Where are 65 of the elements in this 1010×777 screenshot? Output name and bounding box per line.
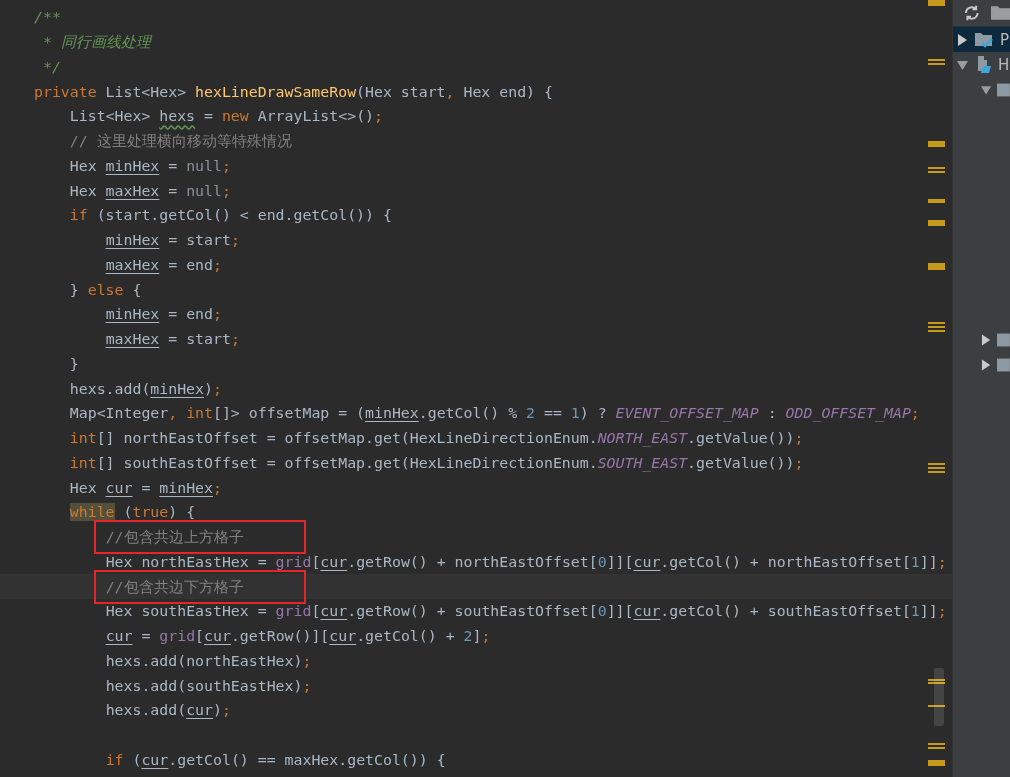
warning-mark[interactable]: [928, 63, 945, 65]
code-line: int[] northEastOffset = offsetMap.get(HexLineDirectionEnum.NORTH_EAST.getValue());: [69, 428, 804, 449]
code-line: hexs.add(minHex);: [69, 378, 222, 399]
folder-icon: [997, 81, 1010, 98]
warning-mark[interactable]: [928, 322, 945, 324]
code-line: //包含共边下方格子: [105, 577, 244, 596]
code-line: hexs.add(northEastHex);: [105, 650, 312, 671]
code-line: // 这里处理横向移动等特殊情况: [69, 131, 292, 152]
warning-mark[interactable]: [928, 760, 945, 766]
code-line: private List<Hex> hexLineDrawSameRow(Hex start, Hex end) {: [34, 81, 553, 102]
code-line: int[] southEastOffset = offsetMap.get(HexLineDirectionEnum.SOUTH_EAST.getValue());: [69, 452, 804, 473]
code-line: /**: [34, 7, 61, 28]
code-line: Hex cur = minHex;: [69, 477, 222, 498]
code-line: minHex = start;: [105, 230, 240, 251]
code-line: Hex minHex = null;: [69, 155, 231, 176]
code-line: while (true) {: [69, 502, 196, 523]
code-line: Hex northEastHex = grid[cur.getRow() + northEastOffset[0]][cur.getCol() + northEastOffset[1]];: [105, 551, 947, 572]
tree-row[interactable]: H: [953, 52, 1010, 77]
warning-mark[interactable]: [928, 220, 945, 226]
warning-mark[interactable]: [928, 0, 945, 6]
code-line: maxHex = start;: [105, 329, 240, 350]
warning-mark[interactable]: [928, 59, 945, 61]
collapsed-arrow-icon[interactable]: [981, 333, 992, 346]
warning-mark[interactable]: [928, 705, 945, 707]
code-line: hexs.add(cur);: [105, 700, 231, 721]
code-line: List<Hex> hexs = new ArrayList<>();: [69, 106, 383, 127]
code-line: Map<Integer, int[]> offsetMap = (minHex.getCol() % 2 == 1) ? EVENT_OFFSET_MAP : ODD_OFFSET_MAP;: [69, 403, 920, 424]
warning-mark[interactable]: [928, 743, 945, 745]
warning-mark[interactable]: [928, 747, 945, 749]
warning-mark[interactable]: [928, 263, 945, 270]
collapsed-arrow-icon[interactable]: [981, 358, 992, 371]
warning-mark[interactable]: [928, 199, 945, 203]
code-line: minHex = end;: [105, 304, 222, 325]
folder-icon: [997, 356, 1010, 373]
code-line: * 同行画线处理: [42, 32, 151, 53]
code-line: Hex southEastHex = grid[cur.getRow() + southEastOffset[0]][cur.getCol() + southEastOffset[1]];: [105, 601, 947, 622]
expanded-arrow-icon[interactable]: [981, 83, 992, 96]
code-line: }: [69, 353, 79, 374]
code-line: Hex maxHex = null;: [69, 180, 231, 201]
warning-mark[interactable]: [928, 326, 945, 328]
scrollbar-thumb[interactable]: [934, 668, 944, 726]
warning-mark[interactable]: [928, 679, 945, 681]
warning-mark[interactable]: [928, 682, 945, 684]
warning-mark[interactable]: [928, 471, 945, 473]
code-line: if (start.getCol() < end.getCol()) {: [69, 205, 392, 226]
warning-mark[interactable]: [928, 463, 945, 465]
folder-icon[interactable]: [990, 4, 1010, 22]
code-line: maxHex = end;: [105, 254, 222, 275]
warning-mark[interactable]: [928, 167, 945, 169]
refresh-icon[interactable]: [963, 4, 981, 22]
code-line: } else {: [69, 279, 142, 300]
code-line: hexs.add(southEastHex);: [105, 675, 312, 696]
code-line: */: [42, 56, 61, 77]
collapsed-arrow-icon[interactable]: [957, 33, 968, 46]
folder-check-icon: [974, 30, 994, 49]
code-line: if (cur.getCol() == maxHex.getCol()) {: [105, 749, 446, 770]
expanded-arrow-icon[interactable]: [957, 58, 968, 71]
warning-mark[interactable]: [928, 141, 945, 147]
code-line: cur = grid[cur.getRow()][cur.getCol() + 2];: [105, 626, 491, 647]
warning-mark[interactable]: [928, 330, 945, 332]
code-line: //包含共边上方格子: [105, 528, 244, 547]
warning-mark[interactable]: [928, 171, 945, 173]
warning-mark[interactable]: [928, 467, 945, 469]
folder-icon: [997, 331, 1010, 348]
tree-row[interactable]: P: [953, 27, 1010, 52]
